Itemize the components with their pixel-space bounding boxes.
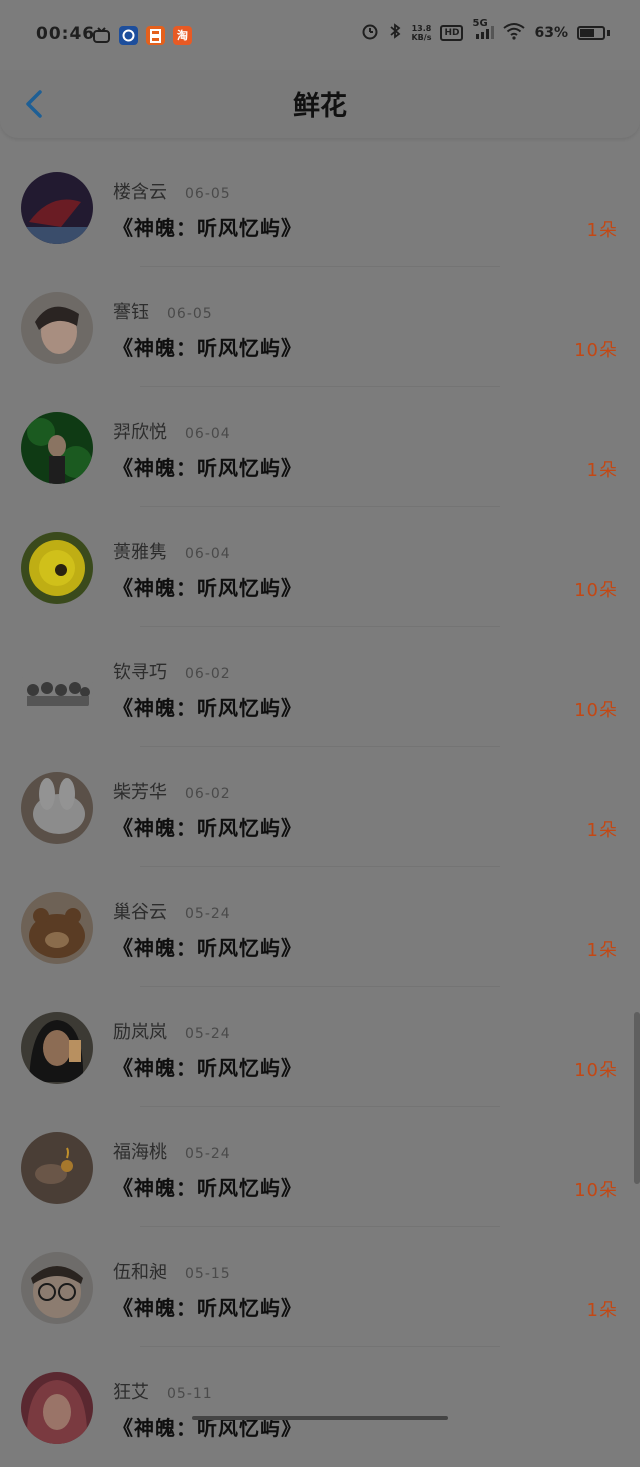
user-name: 楼含云 06-05 <box>113 182 231 203</box>
flower-count: 10朵 <box>574 1060 618 1081</box>
flower-count: 10朵 <box>574 580 618 601</box>
avatar <box>21 1252 93 1324</box>
divider <box>140 986 500 987</box>
user-name: 柴芳华 06-02 <box>113 782 231 803</box>
book-title: 《神魄：听风忆屿》 <box>113 336 302 360</box>
gift-date: 05-24 <box>185 906 231 922</box>
divider <box>140 866 500 867</box>
home-indicator[interactable] <box>192 1416 448 1420</box>
list-item[interactable]: 楼含云 06-05 《神魄：听风忆屿》 1朵 <box>0 148 640 267</box>
gift-date: 05-15 <box>185 1266 231 1282</box>
divider <box>140 506 500 507</box>
avatar <box>21 292 93 364</box>
gift-date: 06-04 <box>185 546 231 562</box>
status-bar: 00:46 淘 13.8 KB/s HD 5G 63% <box>0 0 640 70</box>
battery-tip <box>607 30 610 36</box>
flower-count: 10朵 <box>574 700 618 721</box>
scrollbar-thumb[interactable] <box>634 1012 640 1184</box>
user-name: 巢谷云 05-24 <box>113 902 231 923</box>
book-title: 《神魄：听风忆屿》 <box>113 1056 302 1080</box>
divider <box>140 1346 500 1347</box>
flower-count: 1朵 <box>586 1300 618 1321</box>
book-title: 《神魄：听风忆屿》 <box>113 696 302 720</box>
divider <box>140 746 500 747</box>
user-name: 伍和昶 05-15 <box>113 1262 231 1283</box>
net-speed: 13.8 KB/s <box>411 24 432 42</box>
avatar <box>21 172 93 244</box>
flower-count: 1朵 <box>586 460 618 481</box>
list-item[interactable]: 柴芳华 06-02 《神魄：听风忆屿》 1朵 <box>0 748 640 867</box>
book-title: 《神魄：听风忆屿》 <box>113 216 302 240</box>
gift-date: 05-24 <box>185 1146 231 1162</box>
wifi-icon <box>503 22 526 44</box>
user-name: 蒉雅隽 06-04 <box>113 542 231 563</box>
gift-date: 06-02 <box>185 786 231 802</box>
gift-date: 06-05 <box>185 186 231 202</box>
flower-count: 1朵 <box>586 220 618 241</box>
list-item[interactable]: 福海桃 05-24 《神魄：听风忆屿》 10朵 <box>0 1108 640 1227</box>
gift-date: 06-05 <box>167 306 213 322</box>
list-item[interactable]: 蒉雅隽 06-04 《神魄：听风忆屿》 10朵 <box>0 508 640 627</box>
book-title: 《神魄：听风忆屿》 <box>113 1296 302 1320</box>
divider <box>140 386 500 387</box>
avatar <box>21 772 93 844</box>
list-item[interactable]: 励岚岚 05-24 《神魄：听风忆屿》 10朵 <box>0 988 640 1107</box>
avatar <box>21 412 93 484</box>
page-title: 鲜花 <box>293 91 347 122</box>
book-title: 《神魄：听风忆屿》 <box>113 456 302 480</box>
book-title: 《神魄：听风忆屿》 <box>113 936 302 960</box>
book-title: 《神魄：听风忆屿》 <box>113 816 302 840</box>
hd-badge: HD <box>440 25 464 41</box>
flower-count: 10朵 <box>574 340 618 361</box>
user-name: 狂艾 05-11 <box>113 1382 213 1403</box>
alarm-icon <box>361 22 379 44</box>
user-name: 謇钰 06-05 <box>113 302 213 323</box>
taobao-icon: 淘 <box>173 26 192 45</box>
list-item[interactable]: 狂艾 05-11 《神魄：听风忆屿》 <box>0 1348 640 1467</box>
list-item[interactable]: 謇钰 06-05 《神魄：听风忆屿》 10朵 <box>0 268 640 387</box>
user-name: 羿欣悦 06-04 <box>113 422 231 443</box>
divider <box>140 1106 500 1107</box>
list-item[interactable]: 羿欣悦 06-04 《神魄：听风忆屿》 1朵 <box>0 388 640 507</box>
signal-icon: 5G <box>472 18 495 43</box>
divider <box>140 626 500 627</box>
gift-date: 05-24 <box>185 1026 231 1042</box>
user-name: 福海桃 05-24 <box>113 1142 231 1163</box>
user-name: 钦寻巧 06-02 <box>113 662 231 683</box>
book-title: 《神魄：听风忆屿》 <box>113 576 302 600</box>
flower-count: 10朵 <box>574 1180 618 1201</box>
gift-date: 05-11 <box>167 1386 213 1402</box>
list-item[interactable]: 钦寻巧 06-02 《神魄：听风忆屿》 10朵 <box>0 628 640 747</box>
avatar <box>21 532 93 604</box>
status-time: 00:46 <box>36 24 96 44</box>
gift-date: 06-04 <box>185 426 231 442</box>
flower-count: 1朵 <box>586 820 618 841</box>
app-icon-blue <box>119 26 138 45</box>
tv-icon <box>92 26 111 45</box>
avatar <box>21 892 93 964</box>
page-header: 鲜花 <box>0 70 640 138</box>
divider <box>140 266 500 267</box>
gift-date: 06-02 <box>185 666 231 682</box>
user-name: 励岚岚 05-24 <box>113 1022 231 1043</box>
avatar <box>21 1372 93 1444</box>
battery-icon <box>577 26 605 40</box>
battery-text: 63% <box>534 25 568 41</box>
app-icon-orange <box>146 26 165 45</box>
divider <box>140 1226 500 1227</box>
avatar <box>21 1132 93 1204</box>
book-title: 《神魄：听风忆屿》 <box>113 1176 302 1200</box>
avatar <box>21 1012 93 1084</box>
list-item[interactable]: 巢谷云 05-24 《神魄：听风忆屿》 1朵 <box>0 868 640 987</box>
bluetooth-icon <box>388 22 402 44</box>
flower-count: 1朵 <box>586 940 618 961</box>
avatar <box>21 652 93 724</box>
list-item[interactable]: 伍和昶 05-15 《神魄：听风忆屿》 1朵 <box>0 1228 640 1347</box>
